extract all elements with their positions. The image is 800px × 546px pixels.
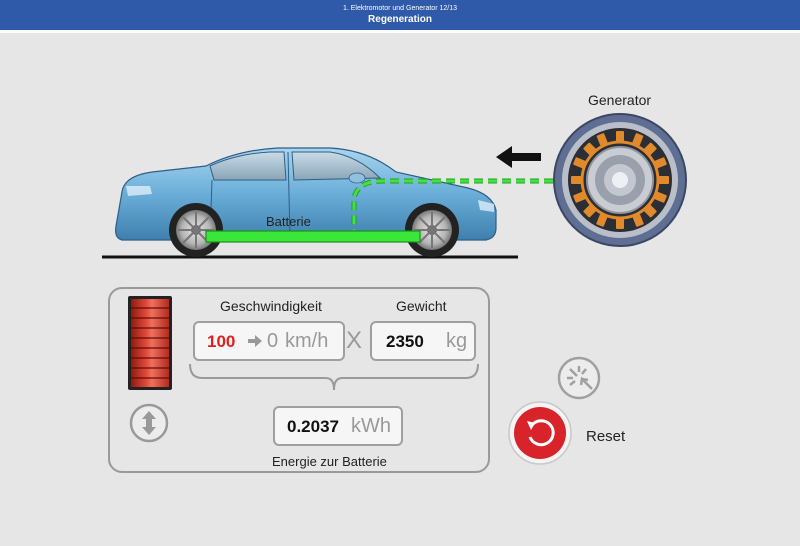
generator-illustration xyxy=(553,113,687,247)
title-bar: 1. Elektromotor und Generator 12/13 Rege… xyxy=(0,0,800,30)
weight-unit: kg xyxy=(446,330,468,352)
scene-illustration xyxy=(102,113,687,259)
reset-button[interactable] xyxy=(508,401,572,465)
speed-display: 100 0 km/h xyxy=(193,321,345,361)
energy-display: 0.2037 kWh xyxy=(273,406,403,446)
bracket xyxy=(189,363,479,391)
arrow-right-icon xyxy=(247,332,263,355)
weight-label: Gewicht xyxy=(396,298,447,314)
energy-label: Energie zur Batterie xyxy=(272,454,387,469)
speed-from-value: 100 xyxy=(207,332,236,351)
speed-unit: km/h xyxy=(285,330,329,352)
speed-to-value: 0 xyxy=(267,330,279,352)
direction-arrow-icon xyxy=(496,146,541,168)
title-divider xyxy=(0,30,800,33)
energy-unit: kWh xyxy=(351,415,391,437)
wheel-rear xyxy=(169,203,223,257)
weight-value: 2350 xyxy=(386,332,424,351)
battery-bar xyxy=(205,230,421,243)
impact-icon[interactable] xyxy=(556,355,602,401)
speed-label: Geschwindigkeit xyxy=(220,298,322,314)
battery-label: Batterie xyxy=(266,214,311,229)
weight-display: 2350 kg xyxy=(370,321,476,361)
generator-label: Generator xyxy=(588,92,652,108)
chapter-subtitle: 1. Elektromotor und Generator 12/13 xyxy=(342,5,457,12)
reset-label: Reset xyxy=(586,428,626,445)
energy-value: 0.2037 xyxy=(287,417,339,436)
wheel-front xyxy=(405,203,459,257)
multiply-sign: X xyxy=(346,327,363,354)
page-title: Regeneration xyxy=(368,14,432,25)
